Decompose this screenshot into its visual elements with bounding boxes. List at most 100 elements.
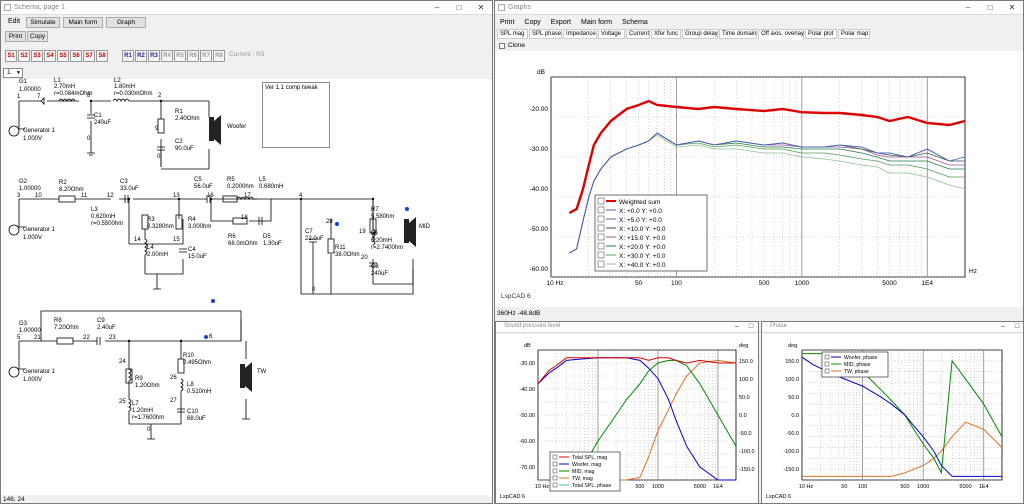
- schema-titlebar[interactable]: Schema, page 1 – □ ✕: [1, 1, 492, 15]
- c10-name: C10: [187, 409, 199, 415]
- tab-off-axis-overlay[interactable]: Off axis, overlay: [758, 29, 804, 40]
- c5-value: 56.0uF: [194, 184, 213, 190]
- simulate-button[interactable]: Simulate: [26, 17, 60, 28]
- c7-value: 22.0uF: [305, 236, 324, 242]
- r-button-5[interactable]: R5: [174, 50, 186, 62]
- node-5: 5: [17, 335, 21, 341]
- s-button-6[interactable]: S6: [70, 50, 82, 62]
- tab-time-domain[interactable]: Time domain: [719, 29, 757, 39]
- r-button-6[interactable]: R6: [187, 50, 199, 62]
- l3-r: r=0.5500hm: [91, 221, 124, 227]
- watermark: LspCAD 6: [500, 494, 526, 500]
- r6-name: R6: [228, 234, 236, 240]
- phase-sub-title: Phase: [770, 323, 788, 329]
- node-1: 1: [17, 94, 21, 100]
- maximize-icon[interactable]: □: [979, 1, 1001, 15]
- x-tick-label: 10 Hz: [547, 280, 564, 287]
- r-button-8[interactable]: R8: [213, 50, 225, 62]
- page-select-value: 1: [7, 69, 11, 76]
- graph-button[interactable]: Graph: [106, 17, 146, 28]
- maximize-icon[interactable]: □: [744, 322, 758, 333]
- tab-impedance[interactable]: Impedance: [563, 29, 597, 39]
- schema-status: 146, 24: [3, 496, 25, 503]
- y-tick-label: -60.00: [530, 266, 549, 273]
- r7-name: R7: [371, 207, 379, 213]
- r5-name: R5: [227, 177, 235, 183]
- tw-label: TW: [257, 369, 267, 375]
- r-button-7[interactable]: R7: [200, 50, 212, 62]
- graphs-status: 360Hz -48.8dB: [497, 310, 541, 317]
- current-label: Current : R3: [229, 51, 265, 58]
- l2-value: 1.80mH: [114, 84, 136, 90]
- node-23: 23: [109, 335, 116, 341]
- clone-checkbox[interactable]: [499, 43, 505, 49]
- maximize-icon[interactable]: □: [448, 1, 470, 15]
- l4-value: 2.00mH: [147, 252, 169, 258]
- tab-polar-map[interactable]: Polar map: [838, 29, 870, 39]
- schematic-wires: [8, 97, 416, 440]
- legend-checkbox: [552, 475, 558, 481]
- tab-polar-plot[interactable]: Polar plot: [805, 29, 837, 39]
- s-button-3[interactable]: S3: [31, 50, 43, 62]
- y-tick-label: -70.00: [519, 465, 535, 471]
- gen3-voltage: 1.000V: [23, 377, 43, 383]
- s-button-4[interactable]: S4: [44, 50, 56, 62]
- g1-label: G1: [19, 79, 28, 85]
- r-button-2[interactable]: R2: [135, 50, 147, 62]
- y-tick-label: -20.00: [530, 106, 549, 113]
- node-8: 8: [87, 93, 91, 99]
- s-button-1[interactable]: S1: [5, 50, 17, 62]
- close-icon[interactable]: ✕: [1001, 1, 1023, 15]
- node-11: 11: [81, 193, 88, 199]
- node-27: 27: [170, 398, 177, 404]
- legend-checkbox: [824, 368, 830, 374]
- graphs-window: Graphs – □ ✕ Print Copy Export Main form…: [494, 0, 1024, 504]
- x-tick-label: 1000: [917, 484, 929, 490]
- minimize-icon[interactable]: –: [996, 322, 1010, 333]
- r-button-4[interactable]: R4: [161, 50, 173, 62]
- s-button-2[interactable]: S2: [18, 50, 30, 62]
- graphs-titlebar[interactable]: Graphs – □ ✕: [495, 1, 1023, 15]
- page-select[interactable]: 1 ▼: [3, 68, 23, 78]
- phase-chart[interactable]: 150.0 100.0 50.0 0.0 -50.0 -100.0 -150.0 deg 10 …: [762, 334, 1023, 503]
- node-16: 16: [207, 193, 214, 199]
- tab-spl-phase[interactable]: SPL phase: [529, 29, 562, 39]
- s-button-5[interactable]: S5: [57, 50, 69, 62]
- legend-label: X: +10.0 Y: +0.0: [619, 226, 666, 233]
- main-form-button[interactable]: Main form: [63, 17, 103, 28]
- close-icon[interactable]: ✕: [470, 1, 492, 15]
- r-button-1[interactable]: R1: [122, 50, 134, 62]
- off-axis-chart[interactable]: -20.00 -30.00 -40.00 -50.00 -60.00 dB Hz 10 Hz 5…: [495, 51, 1023, 307]
- r-button-3[interactable]: R3: [148, 50, 160, 62]
- menu-print[interactable]: Print: [495, 18, 519, 28]
- minimize-icon[interactable]: –: [730, 322, 744, 333]
- l8-value: 0.510mH: [187, 389, 212, 395]
- menu-schema[interactable]: Schema: [617, 18, 653, 28]
- spl-chart[interactable]: -30.00 -40.00 -50.00 -60.00 -70.00 150.0 100.0…: [496, 334, 758, 503]
- tab-current[interactable]: Current: [626, 29, 650, 39]
- maximize-icon[interactable]: □: [1010, 322, 1023, 333]
- tab-spl-mag[interactable]: SPL mag: [497, 29, 528, 39]
- menu-copy[interactable]: Copy: [519, 18, 545, 28]
- x-tick-label: 100: [671, 280, 682, 287]
- s-button-8[interactable]: S8: [96, 50, 108, 62]
- minimize-icon[interactable]: –: [426, 1, 448, 15]
- tab-voltage[interactable]: Voltage: [598, 29, 625, 39]
- menu-export[interactable]: Export: [546, 18, 576, 28]
- s-button-7[interactable]: S7: [83, 50, 95, 62]
- x-tick-label: 5000: [694, 484, 706, 490]
- menu-main-form[interactable]: Main form: [576, 18, 617, 28]
- c4-value: 15.0uF: [188, 254, 207, 260]
- g3-value: 1.00000: [19, 328, 41, 334]
- minimize-icon[interactable]: –: [957, 1, 979, 15]
- y2-tick-label: -150.0: [739, 467, 755, 473]
- copy-button[interactable]: Copy: [27, 31, 48, 42]
- l1-value: 2.70mH: [54, 84, 76, 90]
- print-button[interactable]: Print: [5, 31, 26, 42]
- menu-edit[interactable]: Edit: [3, 17, 25, 27]
- tab-xfer-func[interactable]: Xfer func: [651, 29, 681, 39]
- legend-checkbox: [597, 251, 605, 259]
- tab-group-delay[interactable]: Group delay: [682, 29, 718, 39]
- r11-value: 38.0Ohm: [335, 252, 360, 258]
- schematic-canvas[interactable]: Ver 1.1 comp tweak G1 1.00000 1 7 Genera…: [1, 78, 492, 495]
